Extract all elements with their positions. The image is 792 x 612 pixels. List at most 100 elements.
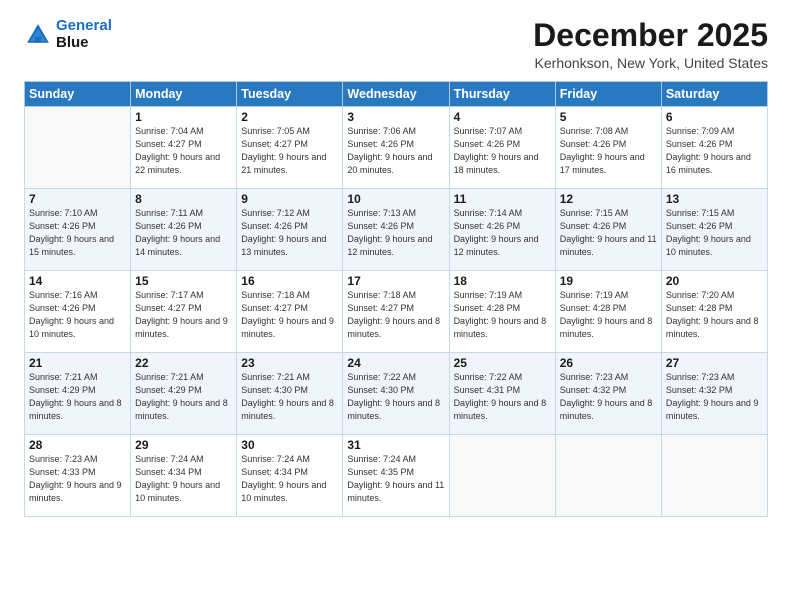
calendar-day-header: Monday [131,82,237,107]
day-number: 22 [135,356,232,370]
calendar-day-header: Sunday [25,82,131,107]
day-info: Sunrise: 7:21 AMSunset: 4:29 PMDaylight:… [135,371,232,423]
logo-text: General Blue [56,18,112,51]
calendar-cell: 12Sunrise: 7:15 AMSunset: 4:26 PMDayligh… [555,189,661,271]
day-number: 5 [560,110,657,124]
day-number: 6 [666,110,763,124]
calendar-cell: 30Sunrise: 7:24 AMSunset: 4:34 PMDayligh… [237,435,343,517]
calendar-week-row: 28Sunrise: 7:23 AMSunset: 4:33 PMDayligh… [25,435,768,517]
calendar-cell: 24Sunrise: 7:22 AMSunset: 4:30 PMDayligh… [343,353,449,435]
day-info: Sunrise: 7:06 AMSunset: 4:26 PMDaylight:… [347,125,444,177]
calendar-cell: 18Sunrise: 7:19 AMSunset: 4:28 PMDayligh… [449,271,555,353]
calendar-week-row: 1Sunrise: 7:04 AMSunset: 4:27 PMDaylight… [25,107,768,189]
calendar-cell [661,435,767,517]
day-info: Sunrise: 7:22 AMSunset: 4:31 PMDaylight:… [454,371,551,423]
calendar-cell: 21Sunrise: 7:21 AMSunset: 4:29 PMDayligh… [25,353,131,435]
calendar-cell: 20Sunrise: 7:20 AMSunset: 4:28 PMDayligh… [661,271,767,353]
calendar-cell: 27Sunrise: 7:23 AMSunset: 4:32 PMDayligh… [661,353,767,435]
day-number: 31 [347,438,444,452]
day-info: Sunrise: 7:24 AMSunset: 4:34 PMDaylight:… [135,453,232,505]
calendar-cell: 10Sunrise: 7:13 AMSunset: 4:26 PMDayligh… [343,189,449,271]
logo-icon [24,21,52,49]
day-number: 18 [454,274,551,288]
calendar-cell: 22Sunrise: 7:21 AMSunset: 4:29 PMDayligh… [131,353,237,435]
calendar-day-header: Saturday [661,82,767,107]
day-info: Sunrise: 7:12 AMSunset: 4:26 PMDaylight:… [241,207,338,259]
calendar-cell: 31Sunrise: 7:24 AMSunset: 4:35 PMDayligh… [343,435,449,517]
calendar-cell: 5Sunrise: 7:08 AMSunset: 4:26 PMDaylight… [555,107,661,189]
day-number: 27 [666,356,763,370]
day-info: Sunrise: 7:15 AMSunset: 4:26 PMDaylight:… [560,207,657,259]
day-number: 11 [454,192,551,206]
day-info: Sunrise: 7:23 AMSunset: 4:32 PMDaylight:… [666,371,763,423]
day-number: 14 [29,274,126,288]
day-info: Sunrise: 7:21 AMSunset: 4:29 PMDaylight:… [29,371,126,423]
day-number: 23 [241,356,338,370]
calendar-header-row: SundayMondayTuesdayWednesdayThursdayFrid… [25,82,768,107]
calendar-cell: 1Sunrise: 7:04 AMSunset: 4:27 PMDaylight… [131,107,237,189]
location: Kerhonkson, New York, United States [533,55,768,71]
month-title: December 2025 [533,18,768,53]
calendar-cell: 14Sunrise: 7:16 AMSunset: 4:26 PMDayligh… [25,271,131,353]
day-number: 1 [135,110,232,124]
day-info: Sunrise: 7:17 AMSunset: 4:27 PMDaylight:… [135,289,232,341]
calendar-week-row: 21Sunrise: 7:21 AMSunset: 4:29 PMDayligh… [25,353,768,435]
day-number: 15 [135,274,232,288]
calendar-cell: 26Sunrise: 7:23 AMSunset: 4:32 PMDayligh… [555,353,661,435]
day-number: 30 [241,438,338,452]
calendar-cell: 15Sunrise: 7:17 AMSunset: 4:27 PMDayligh… [131,271,237,353]
calendar-week-row: 7Sunrise: 7:10 AMSunset: 4:26 PMDaylight… [25,189,768,271]
calendar-cell: 28Sunrise: 7:23 AMSunset: 4:33 PMDayligh… [25,435,131,517]
day-number: 3 [347,110,444,124]
calendar-cell: 4Sunrise: 7:07 AMSunset: 4:26 PMDaylight… [449,107,555,189]
calendar-cell [25,107,131,189]
day-info: Sunrise: 7:14 AMSunset: 4:26 PMDaylight:… [454,207,551,259]
calendar-cell: 9Sunrise: 7:12 AMSunset: 4:26 PMDaylight… [237,189,343,271]
calendar-cell: 29Sunrise: 7:24 AMSunset: 4:34 PMDayligh… [131,435,237,517]
page: General Blue December 2025 Kerhonkson, N… [0,0,792,612]
day-number: 4 [454,110,551,124]
day-info: Sunrise: 7:20 AMSunset: 4:28 PMDaylight:… [666,289,763,341]
calendar-cell: 2Sunrise: 7:05 AMSunset: 4:27 PMDaylight… [237,107,343,189]
day-number: 12 [560,192,657,206]
day-info: Sunrise: 7:19 AMSunset: 4:28 PMDaylight:… [454,289,551,341]
calendar-cell: 3Sunrise: 7:06 AMSunset: 4:26 PMDaylight… [343,107,449,189]
day-info: Sunrise: 7:21 AMSunset: 4:30 PMDaylight:… [241,371,338,423]
day-number: 26 [560,356,657,370]
calendar-day-header: Thursday [449,82,555,107]
calendar-cell [555,435,661,517]
calendar-day-header: Tuesday [237,82,343,107]
day-number: 28 [29,438,126,452]
logo: General Blue [24,18,112,51]
calendar-cell: 16Sunrise: 7:18 AMSunset: 4:27 PMDayligh… [237,271,343,353]
calendar-cell: 19Sunrise: 7:19 AMSunset: 4:28 PMDayligh… [555,271,661,353]
calendar-cell: 7Sunrise: 7:10 AMSunset: 4:26 PMDaylight… [25,189,131,271]
calendar-cell: 23Sunrise: 7:21 AMSunset: 4:30 PMDayligh… [237,353,343,435]
day-info: Sunrise: 7:04 AMSunset: 4:27 PMDaylight:… [135,125,232,177]
day-info: Sunrise: 7:22 AMSunset: 4:30 PMDaylight:… [347,371,444,423]
day-number: 16 [241,274,338,288]
day-number: 13 [666,192,763,206]
day-number: 21 [29,356,126,370]
day-number: 2 [241,110,338,124]
day-number: 29 [135,438,232,452]
day-info: Sunrise: 7:09 AMSunset: 4:26 PMDaylight:… [666,125,763,177]
day-number: 7 [29,192,126,206]
calendar-cell: 17Sunrise: 7:18 AMSunset: 4:27 PMDayligh… [343,271,449,353]
day-info: Sunrise: 7:11 AMSunset: 4:26 PMDaylight:… [135,207,232,259]
calendar-cell: 25Sunrise: 7:22 AMSunset: 4:31 PMDayligh… [449,353,555,435]
header: General Blue December 2025 Kerhonkson, N… [24,18,768,71]
calendar-cell [449,435,555,517]
day-info: Sunrise: 7:05 AMSunset: 4:27 PMDaylight:… [241,125,338,177]
day-number: 25 [454,356,551,370]
day-info: Sunrise: 7:23 AMSunset: 4:32 PMDaylight:… [560,371,657,423]
day-info: Sunrise: 7:24 AMSunset: 4:34 PMDaylight:… [241,453,338,505]
day-info: Sunrise: 7:16 AMSunset: 4:26 PMDaylight:… [29,289,126,341]
day-info: Sunrise: 7:13 AMSunset: 4:26 PMDaylight:… [347,207,444,259]
day-info: Sunrise: 7:23 AMSunset: 4:33 PMDaylight:… [29,453,126,505]
day-number: 8 [135,192,232,206]
day-info: Sunrise: 7:07 AMSunset: 4:26 PMDaylight:… [454,125,551,177]
day-number: 17 [347,274,444,288]
day-number: 24 [347,356,444,370]
day-info: Sunrise: 7:18 AMSunset: 4:27 PMDaylight:… [241,289,338,341]
